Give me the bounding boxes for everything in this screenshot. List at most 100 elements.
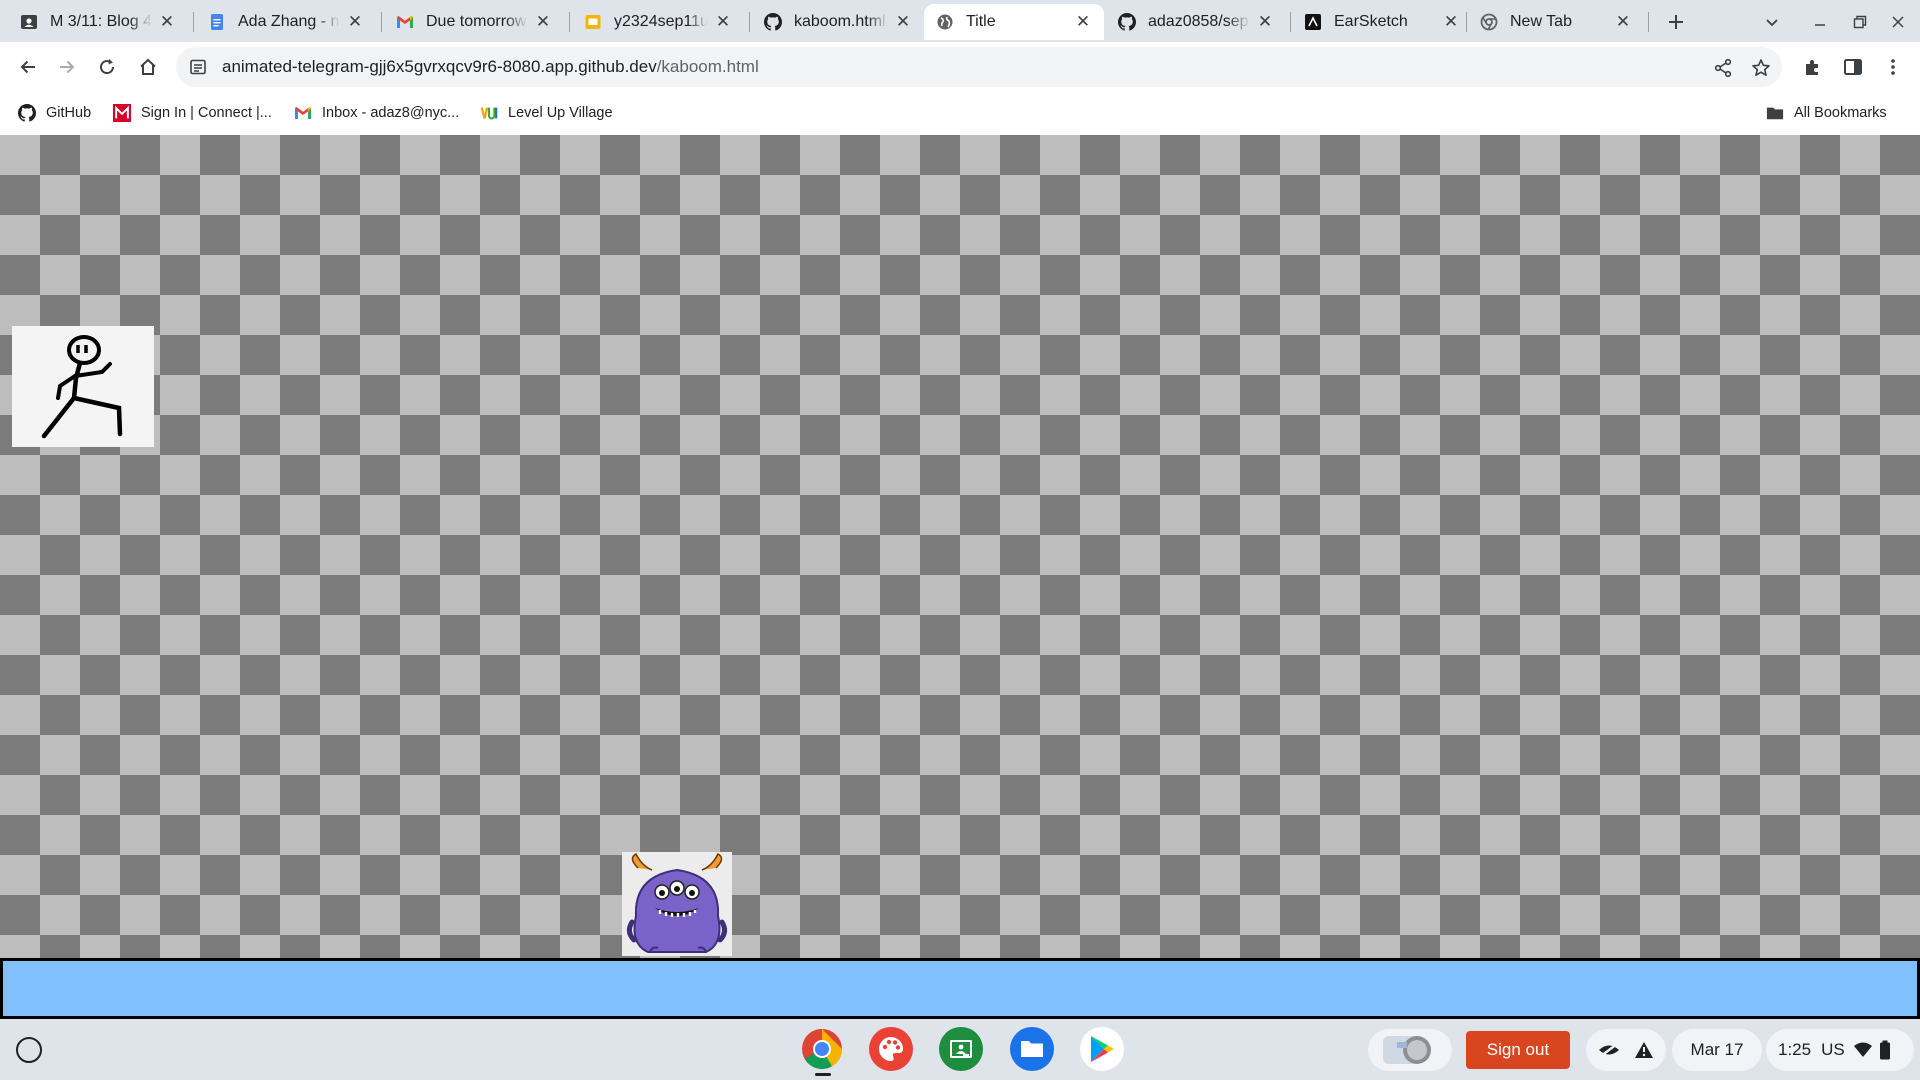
close-tab-icon[interactable]: ✕	[534, 12, 552, 31]
close-tab-icon[interactable]: ✕	[894, 12, 912, 31]
close-tab-icon[interactable]: ✕	[1442, 12, 1460, 31]
reload-icon	[100, 59, 115, 75]
active-app-indicator	[815, 1073, 831, 1076]
date-tray[interactable]: Mar 17	[1672, 1029, 1762, 1071]
play-store-icon	[1091, 1036, 1114, 1062]
stickman-sprite	[12, 326, 154, 447]
close-tab-icon[interactable]: ✕	[346, 12, 364, 31]
bookmarks-bar: GitHub Sign In | Connect |... Inbox - ad…	[0, 92, 1920, 135]
holding-space-tray[interactable]	[1368, 1029, 1452, 1071]
tab-kaboom-html[interactable]: kaboom.html - ✕	[752, 4, 924, 40]
tab-slides[interactable]: y2324sep11u4 ✕	[572, 4, 744, 40]
google-classroom-app[interactable]	[939, 1027, 983, 1071]
tab-new-tab[interactable]: New Tab ✕	[1468, 4, 1644, 40]
level-up-village-icon	[480, 104, 498, 122]
launcher-button[interactable]	[16, 1037, 42, 1063]
close-window-button[interactable]	[1884, 8, 1912, 36]
google-docs-icon	[208, 13, 226, 31]
chevron-down-icon	[1766, 19, 1778, 27]
close-tab-icon[interactable]: ✕	[158, 12, 176, 31]
bookmark-label: Level Up Village	[508, 105, 613, 121]
bookmark-star-icon[interactable]	[1750, 57, 1772, 79]
site-info-icon[interactable]	[188, 57, 208, 77]
tab-separator	[1290, 12, 1291, 32]
extensions-button[interactable]	[1798, 52, 1828, 82]
forward-arrow-icon	[60, 60, 75, 74]
close-tab-icon[interactable]: ✕	[1256, 12, 1274, 31]
game-canvas[interactable]	[0, 135, 1920, 1019]
chrome-icon	[802, 1029, 842, 1069]
puzzle-icon	[1806, 60, 1818, 75]
tab-earsketch[interactable]: EarSketch ✕	[1292, 4, 1472, 40]
wifi-icon	[1853, 1042, 1872, 1057]
plus-icon	[1669, 15, 1683, 29]
side-panel-button[interactable]	[1838, 52, 1868, 82]
play-store-app[interactable]	[1080, 1027, 1124, 1071]
tab-title: Title	[966, 13, 996, 30]
tab-search-button[interactable]	[1758, 8, 1786, 36]
date-label: Mar 17	[1690, 1040, 1744, 1059]
back-arrow-icon	[20, 60, 35, 74]
clock-label: 1:25	[1778, 1040, 1812, 1059]
close-tab-icon[interactable]: ✕	[1614, 12, 1632, 31]
share-icon[interactable]	[1712, 57, 1734, 79]
tab-separator	[749, 12, 750, 32]
tab-title: y2324sep11u4	[614, 13, 708, 30]
battery-icon	[1879, 1040, 1890, 1060]
bookmark-label: GitHub	[46, 105, 92, 121]
tab-title-active[interactable]: Title ✕	[924, 4, 1104, 40]
canvas-app-icon	[879, 1037, 904, 1061]
bookmark-inbox[interactable]: Inbox - adaz8@nyc...	[294, 100, 459, 126]
tab-strip: M 3/11: Blog 4 ✕ Ada Zhang - no ✕ Due to…	[0, 0, 1920, 42]
close-icon	[1892, 16, 1904, 28]
address-bar[interactable]: animated-telegram-gjj6x5gvrxqcv9r6-8080.…	[176, 47, 1782, 87]
close-tab-icon[interactable]: ✕	[714, 12, 732, 31]
tab-adaz-repo[interactable]: adaz0858/sep ✕	[1106, 4, 1286, 40]
canvas-app[interactable]	[869, 1027, 913, 1071]
home-icon	[140, 58, 156, 75]
tab-separator	[381, 12, 382, 32]
restore-button[interactable]	[1846, 8, 1874, 36]
tab-blog[interactable]: M 3/11: Blog 4 ✕	[8, 4, 188, 40]
home-button[interactable]	[133, 52, 163, 82]
sign-out-button[interactable]: Sign out	[1466, 1031, 1570, 1069]
close-tab-icon[interactable]: ✕	[1074, 12, 1092, 31]
bookmark-level-up-village[interactable]: Level Up Village	[480, 100, 613, 126]
minimize-button[interactable]	[1806, 8, 1834, 36]
status-indicators[interactable]	[1586, 1029, 1666, 1071]
tab-title: EarSketch	[1334, 13, 1408, 30]
more-vert-icon	[1891, 59, 1895, 75]
classroom-icon	[20, 13, 38, 31]
browser-toolbar: animated-telegram-gjj6x5gvrxqcv9r6-8080.…	[0, 42, 1920, 92]
purple-monster-sprite	[622, 852, 732, 956]
files-app[interactable]	[1010, 1027, 1054, 1071]
google-slides-icon	[584, 13, 602, 31]
chromeos-screen: M 3/11: Blog 4 ✕ Ada Zhang - no ✕ Due to…	[0, 0, 1920, 1080]
chrome-app[interactable]	[800, 1027, 844, 1071]
chrome-icon	[1480, 13, 1498, 31]
bookmark-github[interactable]: GitHub	[18, 100, 91, 126]
new-tab-button[interactable]	[1662, 8, 1690, 36]
url-path: /kaboom.html	[656, 57, 759, 76]
folder-icon	[1766, 104, 1784, 122]
reload-button[interactable]	[92, 52, 122, 82]
menu-button[interactable]	[1878, 52, 1908, 82]
github-icon	[764, 13, 782, 31]
tab-separator	[1466, 12, 1467, 32]
system-tray[interactable]: 1:25 US	[1766, 1029, 1914, 1071]
tab-title: M 3/11: Blog 4	[50, 13, 152, 30]
tab-ada-zhang-doc[interactable]: Ada Zhang - no ✕	[196, 4, 376, 40]
ime-locale-label: US	[1821, 1040, 1845, 1059]
tab-title: Due tomorrow	[426, 13, 527, 30]
all-bookmarks-button[interactable]: All Bookmarks	[1766, 100, 1887, 126]
tab-due-tomorrow[interactable]: Due tomorrow ✕	[384, 4, 564, 40]
tab-separator	[193, 12, 194, 32]
tab-separator	[569, 12, 570, 32]
bookmark-label: Inbox - adaz8@nyc...	[322, 105, 460, 121]
forward-button[interactable]	[52, 52, 82, 82]
tab-separator	[1648, 12, 1649, 32]
url-text: animated-telegram-gjj6x5gvrxqcv9r6-8080.…	[222, 57, 759, 77]
back-button[interactable]	[13, 52, 43, 82]
warning-icon	[1635, 1042, 1653, 1058]
bookmark-sign-in-connect[interactable]: Sign In | Connect |...	[113, 100, 272, 126]
